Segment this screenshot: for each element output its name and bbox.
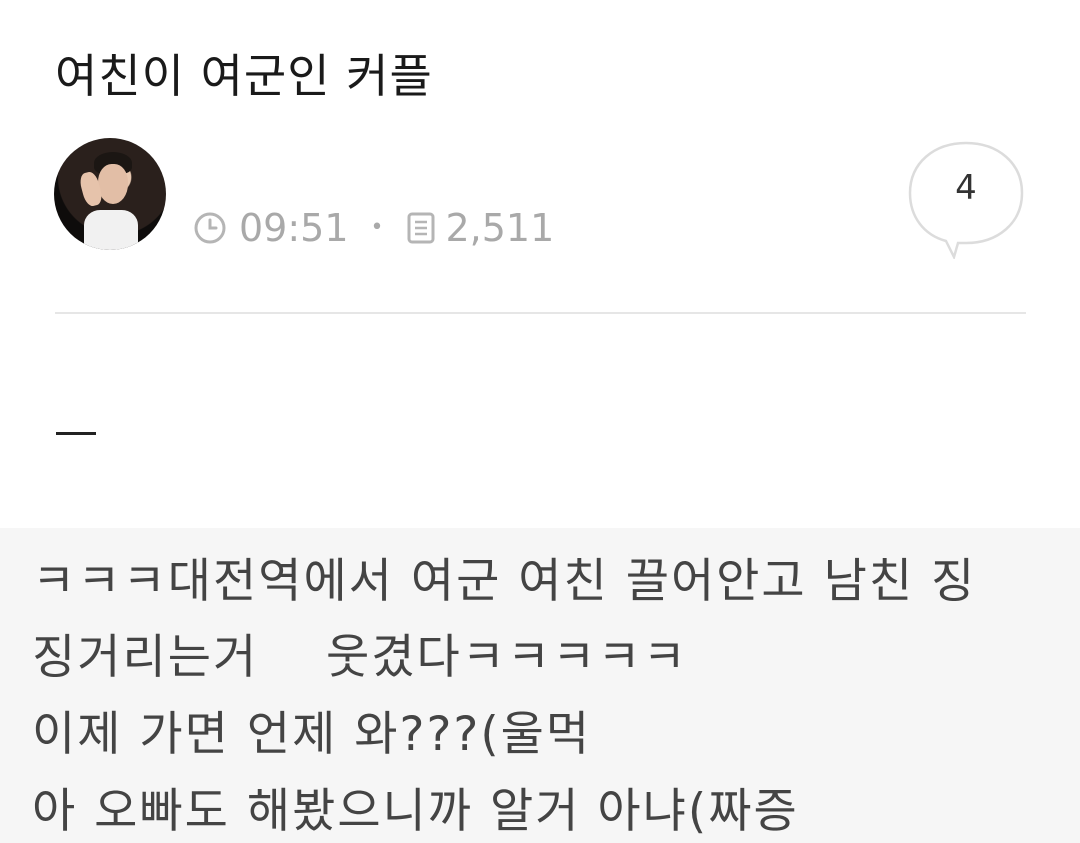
post-title: 여친이 여군인 커플: [55, 49, 433, 103]
author-avatar[interactable]: [54, 138, 166, 250]
divider: [55, 312, 1026, 314]
avatar-face: [98, 164, 128, 204]
post-views: 2,511: [445, 206, 555, 250]
body-line-2: 징거리는거 웃겼다ㅋㅋㅋㅋㅋ: [32, 630, 688, 685]
body-line-1: ㅋㅋㅋ대전역에서 여군 여친 끌어안고 남친 징: [32, 554, 977, 609]
post-time: 09:51: [239, 206, 349, 250]
body-line-4: 아 오빠도 해봤으니까 알거 아냐(짜증: [32, 784, 799, 839]
post-meta: 09:51 • 2,511: [193, 206, 554, 250]
meta-separator-dot: •: [370, 215, 384, 240]
comment-count[interactable]: 4: [906, 168, 1026, 208]
content-dash: [56, 432, 96, 435]
body-line-3: 이제 가면 언제 와???(울먹: [32, 707, 592, 762]
document-icon: [406, 212, 436, 244]
avatar-shirt: [84, 210, 138, 250]
clock-icon: [193, 211, 227, 245]
post-body: ㅋㅋㅋ대전역에서 여군 여친 끌어안고 남친 징 징거리는거 웃겼다ㅋㅋㅋㅋㅋ …: [0, 528, 1080, 843]
